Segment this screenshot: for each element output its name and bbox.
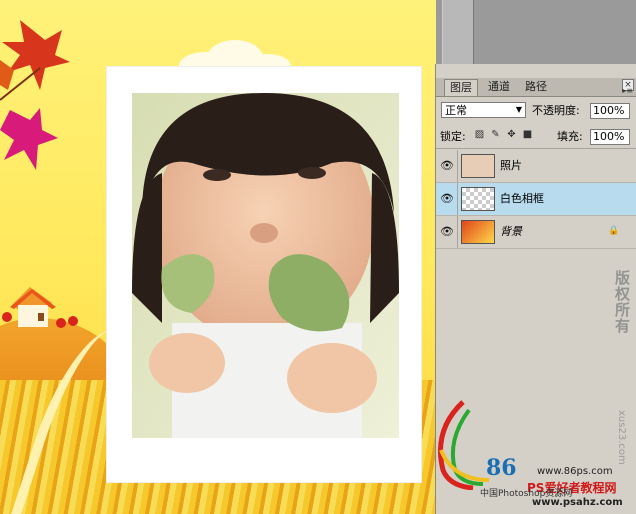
watermark-url2: www.psahz.com	[532, 497, 623, 508]
layer-row-white-frame[interactable]: 👁 白色相框	[436, 183, 636, 216]
tab-paths[interactable]: 路径	[520, 79, 552, 95]
white-photo-frame	[107, 67, 421, 482]
watermark-86-logo: 86	[486, 455, 517, 481]
divider	[457, 150, 458, 182]
divider	[457, 183, 458, 215]
layer-thumbnail	[461, 187, 495, 211]
layer-thumbnail	[461, 154, 495, 178]
child-photo	[132, 93, 399, 438]
maple-leaves-decoration	[0, 20, 70, 170]
fill-label: 填充:	[557, 130, 583, 143]
blend-opacity-row: 正常 ▼ 不透明度: 100%	[436, 100, 636, 122]
watermark-vertical-url: xus23.com	[616, 410, 627, 465]
fill-input[interactable]: 100%	[590, 129, 630, 145]
lock-label: 锁定:	[440, 130, 466, 143]
workspace-scrollbar[interactable]	[442, 0, 474, 64]
layer-name: 照片	[500, 159, 522, 172]
lock-icon: 🔒	[608, 226, 620, 236]
divider	[457, 216, 458, 248]
chevron-down-icon: ▼	[515, 105, 523, 114]
site-logo-swoosh	[438, 400, 490, 490]
lock-brush-icon[interactable]: ✎	[490, 129, 501, 140]
layer-name: 背景	[500, 225, 522, 238]
red-tree	[2, 312, 12, 322]
tab-channels[interactable]: 通道	[483, 79, 515, 95]
red-tree	[68, 316, 78, 326]
watermark-copyright: 版权所有	[613, 270, 631, 334]
lock-fill-row: 锁定: ▨ ✎ ✥ ■ 填充: 100%	[436, 126, 636, 149]
opacity-input[interactable]: 100%	[590, 103, 630, 119]
layer-row-photo[interactable]: 👁 照片	[436, 150, 636, 183]
watermark-url: www.86ps.com	[537, 466, 613, 477]
layer-row-background[interactable]: 👁 背景 🔒	[436, 216, 636, 249]
layer-thumbnail	[461, 220, 495, 244]
house-decoration	[10, 287, 56, 327]
opacity-label: 不透明度:	[532, 104, 580, 117]
eye-icon[interactable]: 👁	[440, 225, 454, 239]
blend-mode-value: 正常	[445, 104, 467, 117]
eye-icon[interactable]: 👁	[440, 159, 454, 173]
eye-icon[interactable]: 👁	[440, 192, 454, 206]
lock-move-icon[interactable]: ✥	[506, 129, 517, 140]
blend-mode-select[interactable]: 正常 ▼	[441, 102, 526, 118]
red-tree	[56, 318, 66, 328]
tab-layers[interactable]: 图层	[444, 79, 478, 96]
document-canvas[interactable]	[0, 0, 436, 514]
lock-all-icon[interactable]: ■	[522, 129, 533, 140]
lock-transparency-icon[interactable]: ▨	[474, 129, 485, 140]
layer-name: 白色相框	[500, 192, 544, 205]
panel-tab-bar: 图层 通道 路径 ×	[436, 78, 636, 97]
panel-menu-icon[interactable]: ▸≡	[622, 86, 633, 95]
